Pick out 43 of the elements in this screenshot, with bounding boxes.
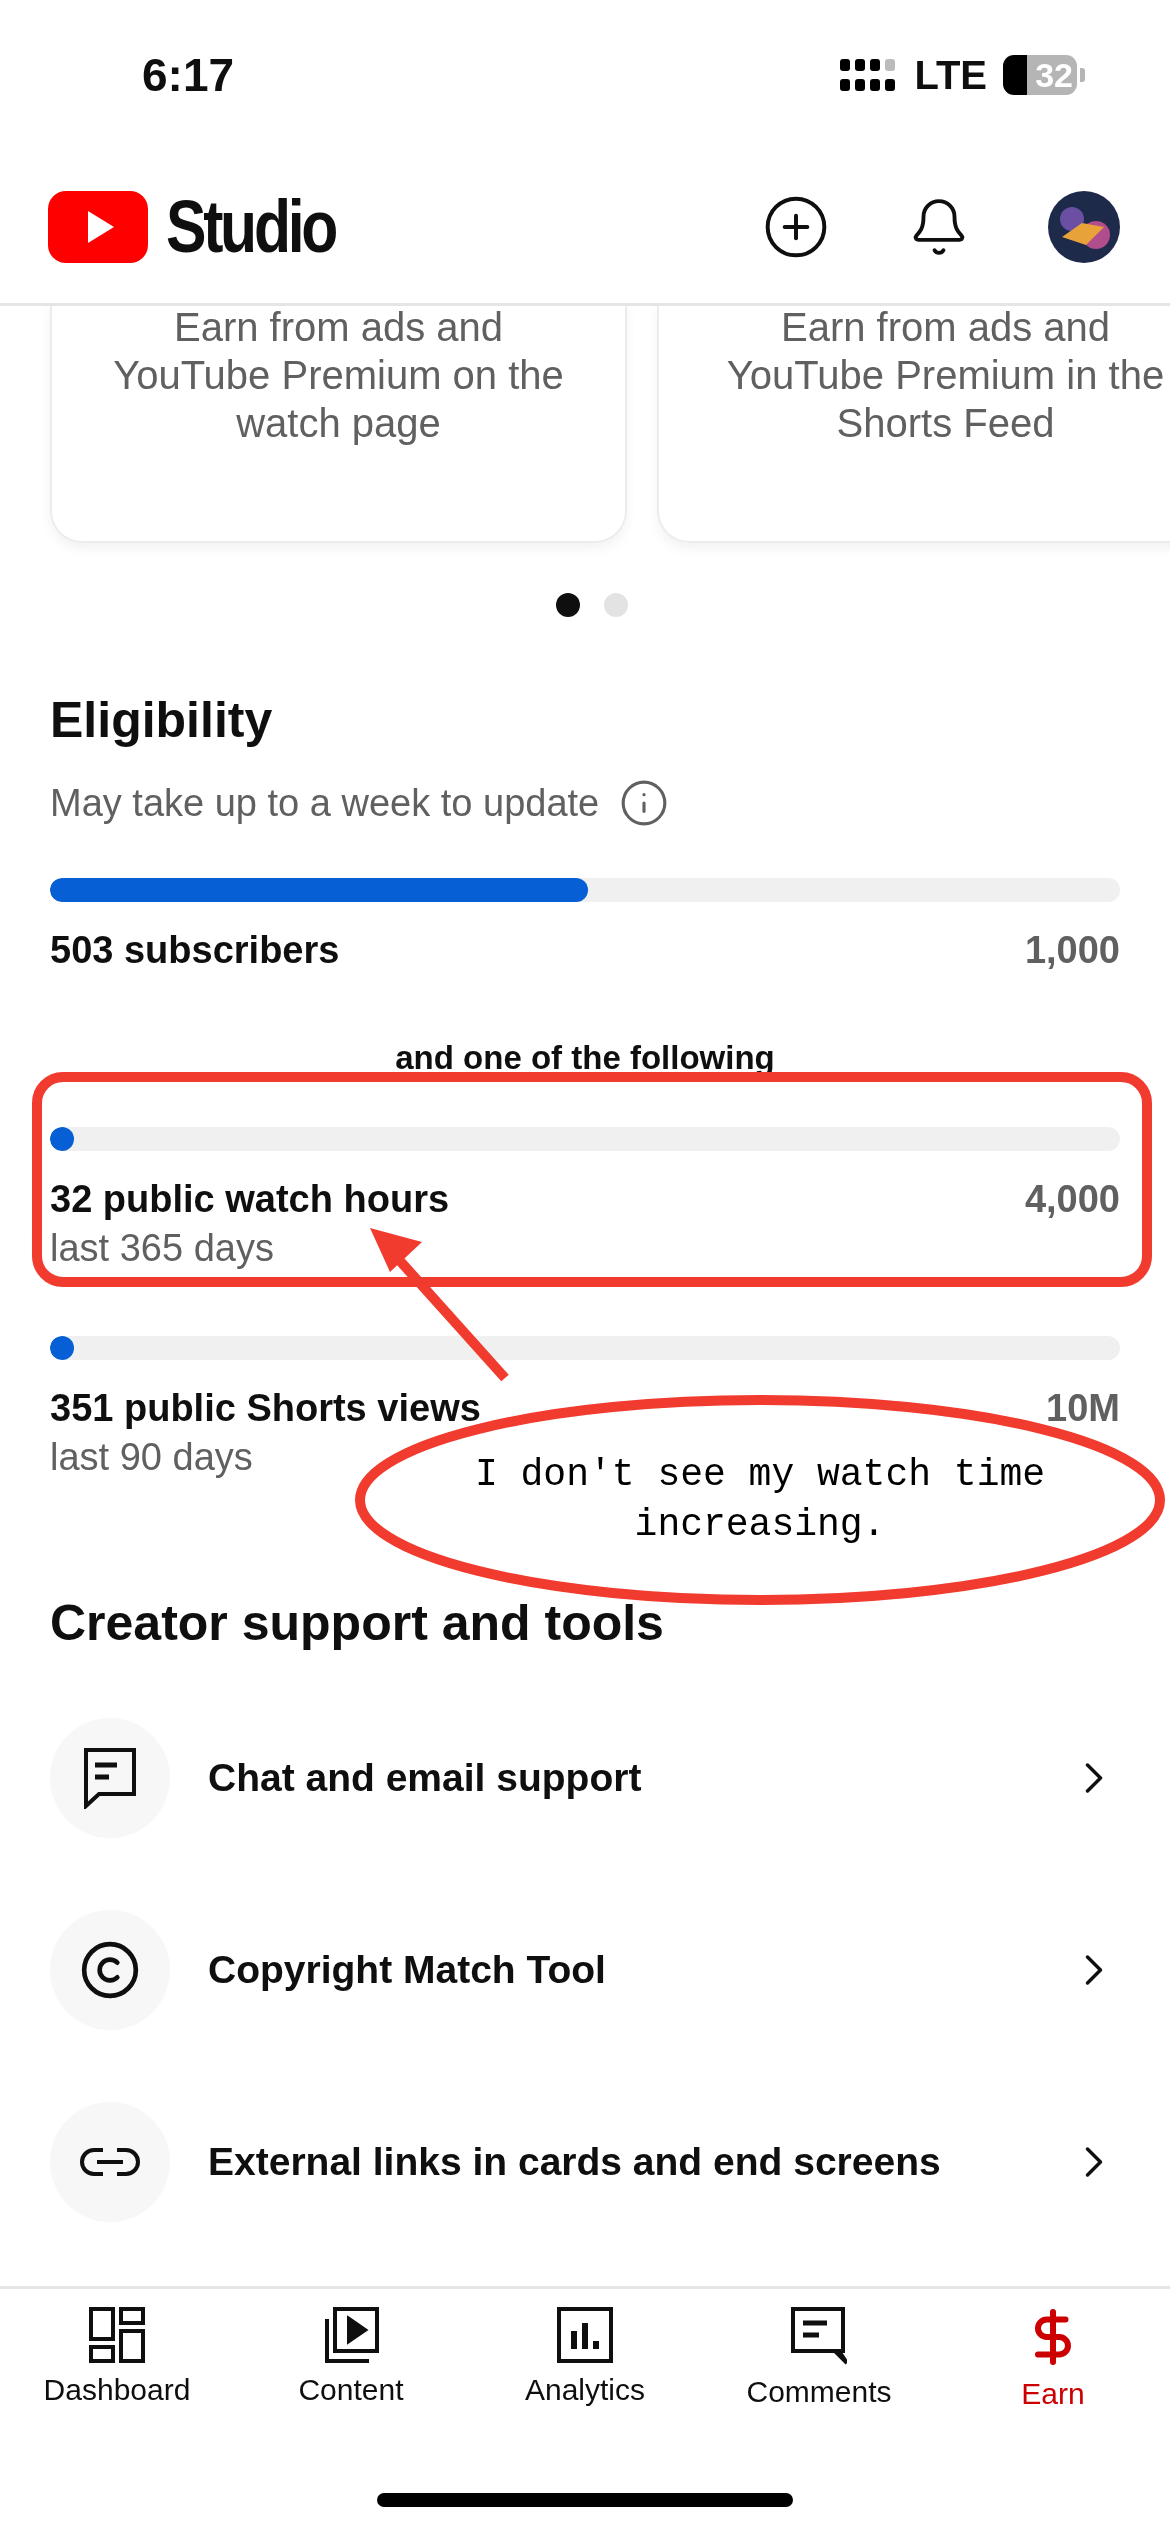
page-dot[interactable] xyxy=(604,593,628,617)
card-text: Earn from ads and xyxy=(173,304,504,351)
requirement-target: 10M xyxy=(1046,1386,1120,1431)
update-note: May take up to a week to update xyxy=(50,781,600,825)
network-label: LTE xyxy=(914,52,987,98)
support-link[interactable]: External links in cards and end screens xyxy=(208,2140,1030,2184)
support-link[interactable]: Chat and email support xyxy=(208,1756,1030,1800)
chat-icon xyxy=(83,1747,137,1809)
page-dot[interactable] xyxy=(556,593,580,617)
battery-level: 32 xyxy=(1003,55,1077,95)
requirement-label: 351 public Shorts views xyxy=(50,1386,481,1431)
section-title: Creator support and tools xyxy=(50,1594,665,1653)
annotation-text: I don't see my watch time increasing. xyxy=(473,1452,1047,1548)
copyright-icon xyxy=(79,1939,141,2001)
status-time: 6:17 xyxy=(142,48,235,102)
card-text: Earn from ads and xyxy=(780,304,1111,351)
requirement-label: 32 public watch hours xyxy=(50,1177,450,1222)
card-text: YouTube Premium in the xyxy=(726,352,1165,399)
card-text: Shorts Feed xyxy=(836,400,1055,447)
link-icon xyxy=(79,2147,141,2177)
analytics-icon xyxy=(557,2307,613,2363)
requirement-period: last 365 days xyxy=(50,1226,274,1271)
section-title: Eligibility xyxy=(50,691,274,750)
support-link[interactable]: Copyright Match Tool xyxy=(208,1948,1030,1992)
battery-tip xyxy=(1080,68,1085,82)
requirement-target: 4,000 xyxy=(1024,1177,1120,1222)
play-logo-icon xyxy=(48,190,148,263)
comments-icon xyxy=(791,2307,847,2365)
dashboard-icon xyxy=(89,2307,145,2363)
nav-tab[interactable]: Earn xyxy=(936,2307,1170,2411)
card-text: YouTube Premium on the xyxy=(113,352,564,399)
video-library-icon xyxy=(323,2307,379,2363)
nav-tab[interactable]: Content xyxy=(234,2307,468,2407)
nav-tab[interactable]: Comments xyxy=(702,2307,936,2409)
avatar[interactable] xyxy=(1048,190,1120,263)
card-text: watch page xyxy=(236,400,441,447)
logo-text: Studio xyxy=(166,184,336,269)
nav-tab[interactable]: Analytics xyxy=(468,2307,702,2407)
requirement-target: 1,000 xyxy=(1024,928,1120,973)
requirement-label: 503 subscribers xyxy=(50,928,340,973)
connector-text: and one of the following xyxy=(394,1038,776,1078)
requirement-period: last 90 days xyxy=(50,1435,253,1480)
nav-tab[interactable]: Dashboard xyxy=(0,2307,234,2407)
